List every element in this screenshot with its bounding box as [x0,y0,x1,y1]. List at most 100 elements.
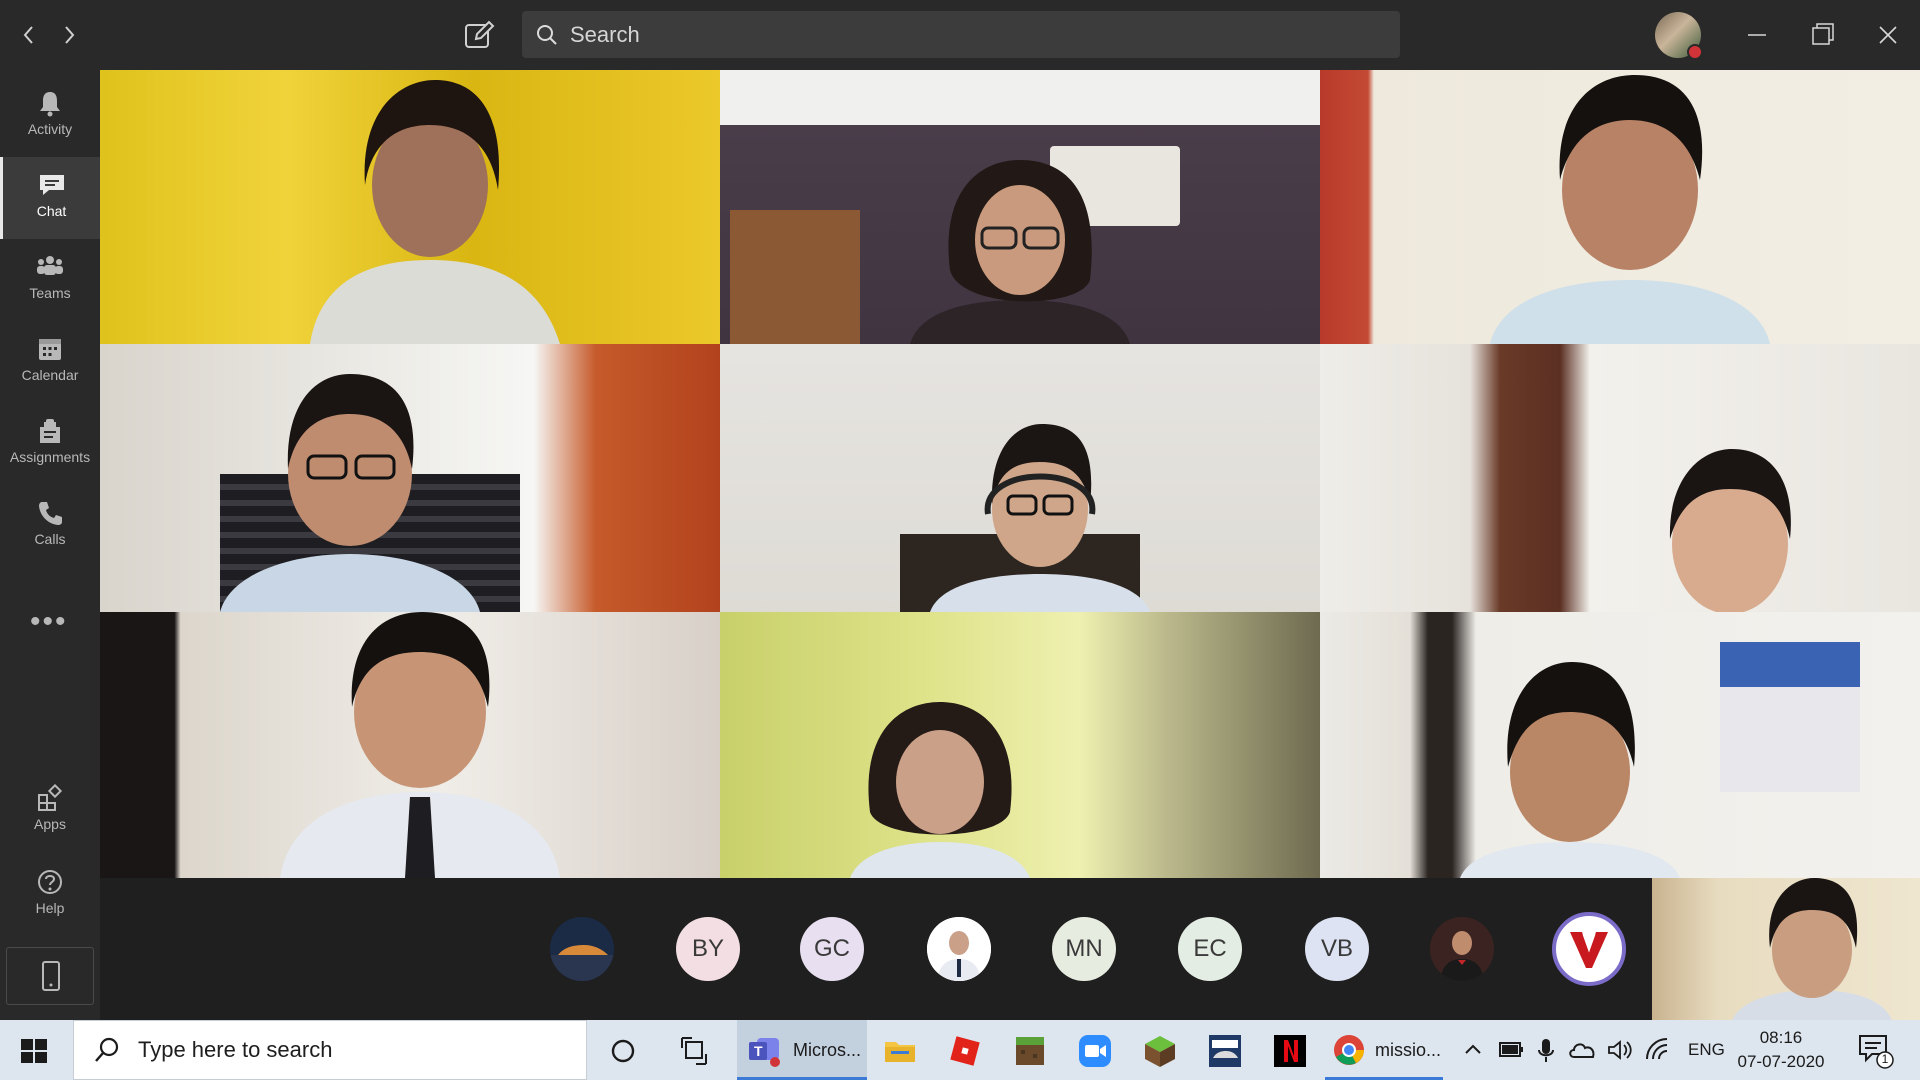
grass-block-icon [1145,1036,1175,1067]
taskbar-app-racing-game[interactable] [1202,1028,1248,1074]
rail-item-label: Calls [34,531,66,547]
taskbar-app-teams[interactable]: T Micros... [737,1020,867,1080]
taskbar-app-roblox[interactable] [942,1028,988,1074]
more-apps-button[interactable]: ••• [30,605,68,639]
search-bar[interactable] [522,11,1400,58]
study-table [1720,642,1860,792]
rail-item-activity[interactable]: Activity [0,75,100,157]
teams-icon [37,256,63,275]
start-button[interactable] [14,1034,54,1068]
rail-item-teams[interactable]: Teams [0,239,100,321]
man-photo-icon [1430,917,1494,981]
windows-taskbar: Type here to search T Micros... missio..… [0,1020,1920,1080]
rail-item-calls[interactable]: Calls [0,485,100,567]
calendar-icon [39,339,61,360]
chrome-icon [1334,1035,1364,1065]
restore-icon [1812,23,1834,45]
roblox-icon [950,1036,980,1066]
apps-icon [38,784,63,811]
rail-item-label: Chat [36,203,67,219]
taskbar-app-netflix[interactable] [1267,1028,1313,1074]
rail-item-label: Calendar [21,367,79,383]
rail-item-apps[interactable]: Apps [0,770,100,852]
minimize-button[interactable] [1735,14,1779,56]
cloud-icon[interactable] [1566,1035,1600,1065]
taskbar-app-file-explorer[interactable] [877,1028,923,1074]
rail-item-help[interactable]: Help [0,854,100,936]
system-tray: ENG [1458,1020,1725,1080]
video-tile-participant-9[interactable] [1320,612,1920,878]
cortana-button[interactable] [600,1028,646,1074]
rail-item-assignments[interactable]: Assignments [0,403,100,485]
video-tile-teacher[interactable] [100,70,720,344]
participant-video [310,80,560,344]
restore-button[interactable] [1800,14,1844,56]
participant-video [930,424,1150,612]
avatar[interactable] [1655,12,1703,60]
rail-item-label: Assignments [9,449,91,465]
roster-avatar-4[interactable] [927,917,991,981]
video-tile-participant-7[interactable] [100,612,720,878]
roster-avatar-7[interactable]: VB [1305,917,1369,981]
rail-item-chat[interactable]: Chat [0,157,100,239]
roster-avatar-1[interactable] [550,917,614,981]
close-icon [1879,26,1897,44]
roster-avatar-3[interactable]: GC [800,917,864,981]
video-tile-participant-2[interactable] [720,70,1320,344]
status-badge [1687,44,1703,60]
video-tile-participant-5[interactable] [720,344,1320,612]
microphone-icon[interactable] [1530,1035,1562,1065]
search-input[interactable] [570,21,1370,48]
mobile-device-button[interactable] [6,947,94,1005]
roster-avatar-5[interactable]: MN [1052,917,1116,981]
teams-app-icon: T [749,1038,780,1067]
taskbar-app-zoom[interactable] [1072,1028,1118,1074]
taskbar-app-minecraft-launcher[interactable] [1137,1028,1183,1074]
battery-icon[interactable] [1494,1035,1528,1065]
clock-time: 08:16 [1759,1028,1803,1047]
rail-item-calendar[interactable]: Calendar [0,321,100,403]
chevron-right-icon [65,26,75,44]
new-chat-button[interactable] [460,16,498,54]
roster-avatar-9[interactable] [1552,912,1626,986]
volume-icon[interactable] [1604,1035,1636,1065]
wifi-icon[interactable] [1642,1035,1676,1065]
logo-icon [1570,932,1608,968]
notifications-button[interactable]: 1 [1850,1026,1896,1072]
windows-icon [21,1039,47,1063]
participant-video [1490,75,1770,344]
close-button[interactable] [1866,14,1910,56]
participant-video [910,160,1130,344]
video-tile-participant-4[interactable] [100,344,720,612]
participant-video [1669,449,1791,612]
roster-avatar-8[interactable] [1430,917,1494,981]
video-tile-participant-6[interactable] [1320,344,1920,612]
task-view-button[interactable] [672,1028,718,1074]
minecraft-icon [1016,1037,1044,1065]
folder-icon [885,1042,915,1062]
cortana-icon [611,1039,635,1063]
video-tile-participant-3[interactable] [1320,70,1920,344]
roster-avatar-6[interactable]: EC [1178,917,1242,981]
video-tile-participant-8[interactable] [720,612,1320,878]
rail-item-label: Help [35,900,65,916]
search-icon [537,24,557,45]
forward-button[interactable] [54,18,84,52]
car-photo-icon [550,917,614,981]
bell-icon [40,92,60,117]
roster-avatar-2[interactable]: BY [676,917,740,981]
video-grid [100,70,1920,878]
netflix-icon [1274,1035,1306,1067]
taskbar-app-chrome[interactable]: missio... [1325,1020,1443,1080]
chevron-up-icon[interactable] [1458,1035,1488,1065]
clock[interactable]: 08:16 07-07-2020 [1726,1026,1836,1074]
phone-icon [39,502,62,525]
taskbar-app-minecraft[interactable] [1007,1028,1053,1074]
taskbar-search[interactable]: Type here to search [73,1020,587,1080]
language-indicator[interactable]: ENG [1688,1040,1725,1060]
back-button[interactable] [14,18,44,52]
chevron-left-icon [23,26,33,44]
self-view-video[interactable] [1652,878,1920,1020]
help-icon [38,870,62,894]
rail-item-label: Activity [27,121,73,137]
